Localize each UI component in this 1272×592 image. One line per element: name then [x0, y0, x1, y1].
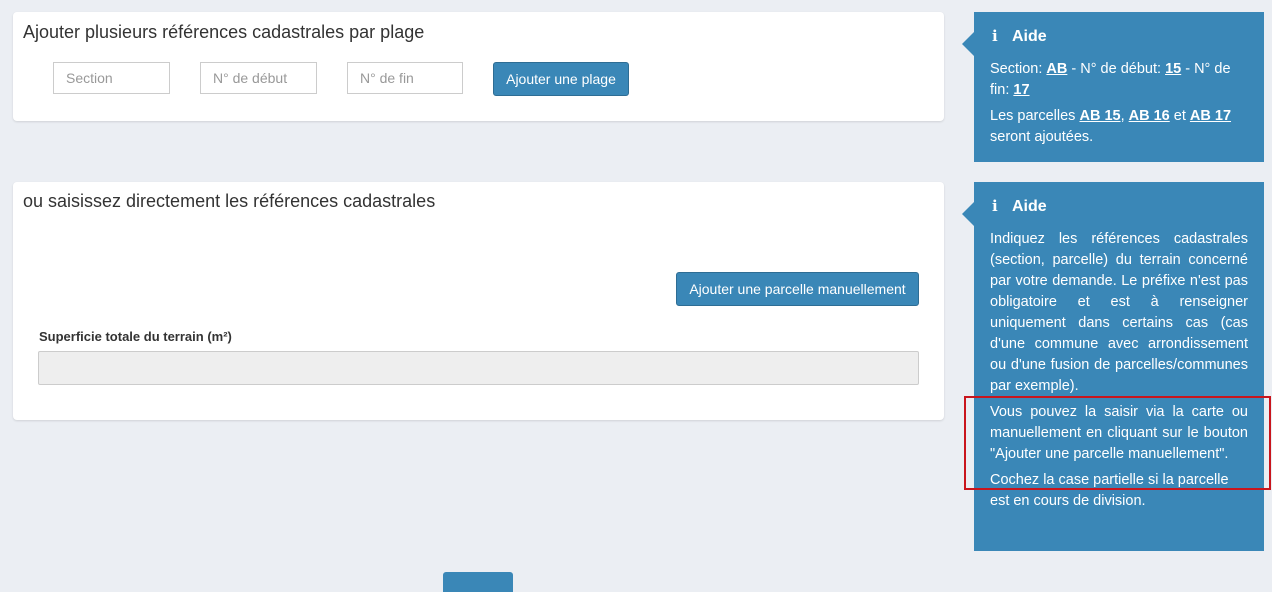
help-text: Section:: [990, 61, 1047, 77]
help-example-result: Les parcelles AB 15, AB 16 et AB 17 sero…: [990, 106, 1248, 148]
help-paragraph-2: Vous pouvez la saisir via la carte ou ma…: [990, 404, 1248, 462]
help-box-direct: i Aide Indiquez les références cadastral…: [962, 182, 1264, 551]
direct-input-title: ou saisissez directement les références …: [23, 191, 436, 211]
help-box-range: i Aide Section: AB - N° de début: 15 - N…: [962, 12, 1264, 162]
help-paragraph-1: Indiquez les références cadastrales (sec…: [990, 231, 1248, 394]
range-panel-title: Ajouter plusieurs références cadastrales…: [23, 22, 425, 42]
info-icon: i: [992, 197, 998, 215]
example-parcel-1: AB 15: [1079, 108, 1121, 124]
range-panel: Ajouter plusieurs références cadastrales…: [13, 12, 944, 121]
section-input[interactable]: [53, 62, 170, 94]
help-box-title: Aide: [1012, 28, 1047, 45]
help-paragraph-3: Cochez la case partielle si la parcelle …: [990, 472, 1229, 509]
info-icon: i: [992, 27, 998, 45]
help-text: seront ajoutées.: [990, 129, 1094, 145]
example-parcel-3: AB 17: [1189, 108, 1232, 124]
example-start: 15: [1165, 61, 1182, 77]
direct-input-panel: ou saisissez directement les références …: [13, 182, 944, 420]
example-parcel-2: AB 16: [1128, 108, 1170, 124]
example-section: AB: [1046, 61, 1068, 77]
help-text: et: [1169, 108, 1190, 124]
bottom-button[interactable]: [443, 572, 513, 592]
help-box-header: i Aide: [990, 196, 1248, 217]
help-box-header: i Aide: [990, 26, 1248, 47]
example-end: 17: [1013, 82, 1030, 98]
add-range-button[interactable]: Ajouter une plage: [493, 62, 629, 96]
help-box-title: Aide: [1012, 198, 1047, 215]
total-area-label: Superficie totale du terrain (m²): [39, 329, 232, 344]
start-number-input[interactable]: [200, 62, 317, 94]
total-area-field: [38, 351, 919, 385]
help-text: Les parcelles: [990, 108, 1080, 124]
help-text: - N° de début:: [1067, 61, 1166, 77]
end-number-input[interactable]: [347, 62, 463, 94]
add-parcel-manually-button[interactable]: Ajouter une parcelle manuellement: [676, 272, 919, 306]
help-example-range: Section: AB - N° de début: 15 - N° de fi…: [990, 59, 1248, 101]
help-text: ,: [1120, 108, 1129, 124]
